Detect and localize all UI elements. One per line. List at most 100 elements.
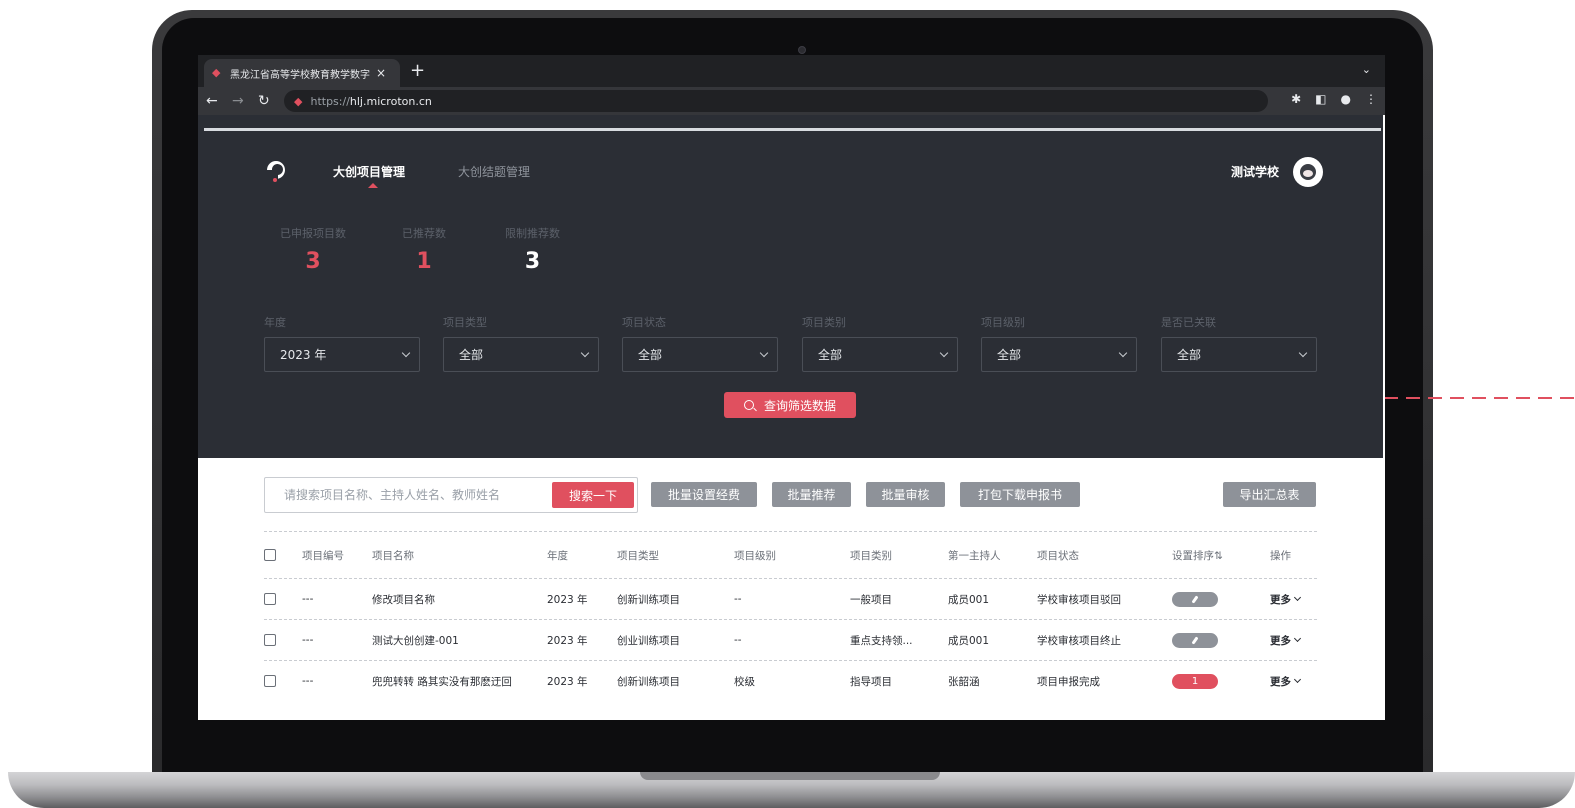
stat-declared: 已申报项目数 3 bbox=[280, 225, 346, 274]
site-favicon-icon: ◆ bbox=[294, 94, 303, 108]
project-id: --- bbox=[302, 593, 314, 605]
chevron-down-icon bbox=[1293, 593, 1302, 601]
browser-window: ◆ 黑龙江省高等学校教育教学数字 × + ⌄ ← → ↻ ◆ https://h… bbox=[198, 55, 1385, 720]
filter-status-select[interactable]: 全部 bbox=[622, 337, 778, 372]
row-checkbox[interactable] bbox=[264, 579, 276, 619]
stat-label: 已申报项目数 bbox=[280, 227, 346, 240]
chevron-down-icon bbox=[580, 348, 590, 357]
batch-recommend-button[interactable]: 批量推荐 bbox=[772, 482, 851, 507]
batch-review-button[interactable]: 批量审核 bbox=[866, 482, 945, 507]
select-value: 全部 bbox=[1177, 348, 1202, 362]
more-menu[interactable]: 更多 bbox=[1270, 620, 1302, 660]
sort-cell bbox=[1172, 579, 1218, 619]
filter-label-type: 项目类型 bbox=[443, 316, 487, 329]
download-applications-button[interactable]: 打包下载申报书 bbox=[960, 482, 1080, 507]
batch-set-fee-button[interactable]: 批量设置经费 bbox=[651, 482, 757, 507]
stat-recommended: 已推荐数 1 bbox=[402, 225, 446, 274]
filter-year-select[interactable]: 2023 年 bbox=[264, 337, 420, 372]
stat-value: 3 bbox=[524, 249, 541, 274]
filter-type-select[interactable]: 全部 bbox=[443, 337, 599, 372]
project-name: 兜兜转转 路其实没有那麽迂回 bbox=[372, 675, 512, 688]
sort-column-header[interactable]: 设置排序⇅ bbox=[1172, 532, 1223, 578]
browser-toolbar: ← → ↻ ◆ https://hlj.microton.cn ✱ ◧ ● ⋮ bbox=[198, 87, 1385, 115]
search-button[interactable]: 搜索一下 bbox=[552, 482, 634, 508]
project-year: 2023 年 bbox=[547, 593, 588, 606]
more-menu[interactable]: 更多 bbox=[1270, 661, 1302, 701]
tab-bar: ◆ 黑龙江省高等学校教育教学数字 × + ⌄ bbox=[198, 55, 1385, 87]
project-status: 学校审核项目终止 bbox=[1037, 634, 1121, 647]
export-summary-button[interactable]: 导出汇总表 bbox=[1223, 482, 1316, 507]
column-header: 项目名称 bbox=[372, 549, 414, 562]
filter-linked-select[interactable]: 全部 bbox=[1161, 337, 1317, 372]
side-panel-icon[interactable]: ◧ bbox=[1315, 92, 1326, 106]
nav-tab-completion-management[interactable]: 大创结题管理 bbox=[458, 163, 530, 180]
more-label: 更多 bbox=[1270, 675, 1291, 688]
sort-cell: 1 bbox=[1172, 661, 1218, 701]
browser-tab[interactable]: ◆ 黑龙江省高等学校教育教学数字 × bbox=[204, 59, 400, 87]
chevron-down-icon bbox=[1293, 634, 1302, 642]
column-header: 项目类型 bbox=[617, 549, 659, 562]
tab-title: 黑龙江省高等学校教育教学数字 bbox=[230, 69, 370, 81]
profile-icon[interactable]: ● bbox=[1341, 92, 1351, 106]
chevron-down-icon bbox=[401, 348, 411, 357]
project-host: 张韶涵 bbox=[948, 675, 980, 688]
select-value: 全部 bbox=[638, 348, 663, 362]
project-id: --- bbox=[302, 634, 314, 646]
column-header: 项目级别 bbox=[734, 549, 776, 562]
table-row: --- 测试大创创建-001 2023 年 创业训练项目 -- 重点支持领...… bbox=[264, 619, 1317, 660]
select-all-checkbox[interactable] bbox=[264, 532, 276, 578]
row-checkbox[interactable] bbox=[264, 661, 276, 701]
laptop-notch bbox=[640, 772, 940, 780]
site-favicon-icon: ◆ bbox=[212, 66, 221, 79]
stat-value: 1 bbox=[416, 249, 432, 274]
select-value: 全部 bbox=[459, 348, 484, 362]
checkbox[interactable] bbox=[264, 634, 276, 646]
chevron-down-icon[interactable]: ⌄ bbox=[1362, 63, 1371, 76]
back-arrow-icon[interactable]: ← bbox=[206, 92, 218, 110]
forward-arrow-icon[interactable]: → bbox=[232, 92, 244, 110]
url-text: https://hlj.microton.cn bbox=[310, 94, 432, 108]
filter-label-linked: 是否已关联 bbox=[1161, 316, 1216, 329]
filter-label-status: 项目状态 bbox=[622, 316, 666, 329]
chevron-down-icon bbox=[939, 348, 949, 357]
more-label: 更多 bbox=[1270, 593, 1291, 606]
more-menu[interactable]: 更多 bbox=[1270, 579, 1302, 619]
project-year: 2023 年 bbox=[547, 675, 588, 688]
filter-label-category: 项目类别 bbox=[802, 316, 846, 329]
sort-order-badge[interactable]: 1 bbox=[1172, 673, 1218, 689]
sort-edit-button[interactable] bbox=[1172, 591, 1218, 607]
table-row: --- 兜兜转转 路其实没有那麽迂回 2023 年 创新训练项目 校级 指导项目… bbox=[264, 660, 1317, 701]
checkbox[interactable] bbox=[264, 593, 276, 605]
user-icon bbox=[1300, 164, 1316, 180]
header-panel: 大创项目管理 大创结题管理 测试学校 已申报项目数 3 已推荐数 1 限制推荐数… bbox=[198, 115, 1383, 458]
camera bbox=[798, 46, 806, 54]
project-category: 指导项目 bbox=[850, 675, 892, 688]
chevron-down-icon bbox=[1293, 675, 1302, 683]
nav-tab-project-management[interactable]: 大创项目管理 bbox=[333, 163, 405, 180]
project-level: 校级 bbox=[734, 675, 755, 688]
search-input[interactable] bbox=[265, 478, 545, 512]
row-checkbox[interactable] bbox=[264, 620, 276, 660]
checkbox[interactable] bbox=[264, 675, 276, 687]
project-level: -- bbox=[734, 593, 742, 605]
project-table: 项目编号 项目名称 年度 项目类型 项目级别 项目类别 第一主持人 项目状态 设… bbox=[264, 531, 1317, 701]
extensions-icon[interactable]: ✱ bbox=[1291, 92, 1301, 106]
new-tab-button[interactable]: + bbox=[410, 61, 425, 81]
checkbox[interactable] bbox=[264, 549, 276, 561]
select-value: 全部 bbox=[997, 348, 1022, 362]
sort-edit-button[interactable] bbox=[1172, 632, 1218, 648]
query-button-label: 查询筛选数据 bbox=[763, 398, 836, 413]
close-icon[interactable]: × bbox=[376, 66, 386, 80]
menu-dots-icon[interactable]: ⋮ bbox=[1365, 92, 1377, 106]
reload-icon[interactable]: ↻ bbox=[258, 92, 270, 110]
column-header: 操作 bbox=[1270, 549, 1291, 562]
avatar[interactable] bbox=[1293, 157, 1323, 187]
project-host: 成员001 bbox=[948, 593, 990, 606]
filter-category-select[interactable]: 全部 bbox=[802, 337, 958, 372]
logo-icon bbox=[267, 161, 285, 182]
project-category: 一般项目 bbox=[850, 593, 892, 606]
filter-level-select[interactable]: 全部 bbox=[981, 337, 1137, 372]
address-bar[interactable]: ◆ https://hlj.microton.cn bbox=[284, 90, 1268, 112]
query-filter-button[interactable]: 查询筛选数据 bbox=[724, 392, 856, 418]
column-header: 项目类别 bbox=[850, 549, 892, 562]
